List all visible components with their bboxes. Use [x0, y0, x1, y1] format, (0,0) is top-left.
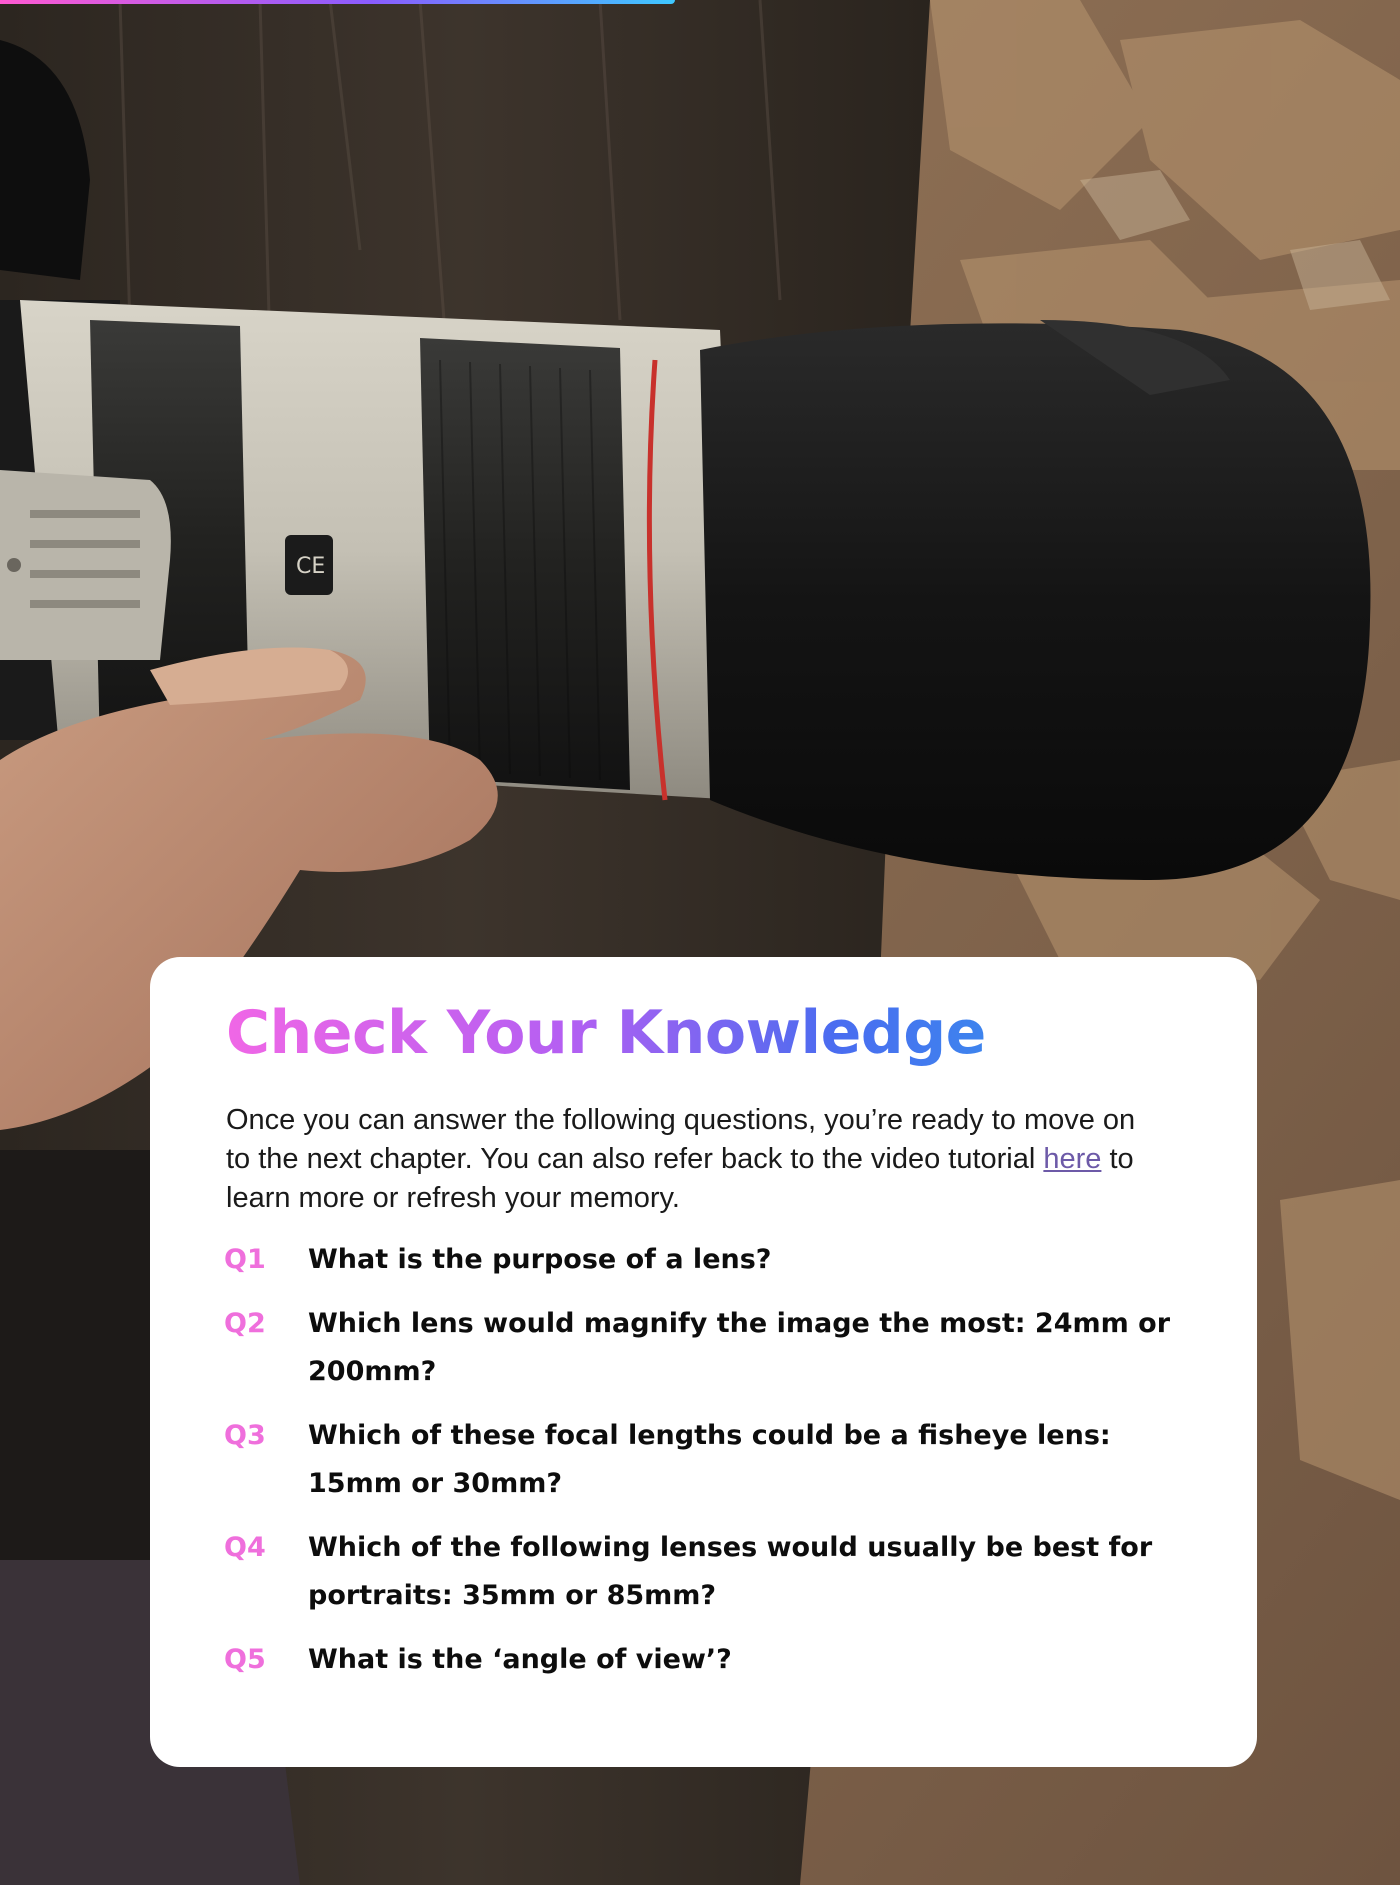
- question-item: Q3 Which of these focal lengths could be…: [224, 1412, 1201, 1508]
- question-list: Q1 What is the purpose of a lens? Q2 Whi…: [224, 1236, 1201, 1684]
- question-number: Q2: [224, 1308, 266, 1339]
- intro-text: Once you can answer the following questi…: [226, 1104, 1136, 1175]
- question-number: Q3: [224, 1420, 266, 1451]
- question-item: Q5 What is the ‘angle of view’?: [224, 1636, 1201, 1684]
- question-item: Q2 Which lens would magnify the image th…: [224, 1300, 1201, 1396]
- question-item: Q4 Which of the following lenses would u…: [224, 1524, 1201, 1620]
- question-text: Which of these focal lengths could be a …: [308, 1420, 1111, 1499]
- top-accent-bar: [0, 0, 675, 4]
- here-link[interactable]: here: [1043, 1143, 1101, 1175]
- question-number: Q5: [224, 1644, 266, 1675]
- question-text: Which lens would magnify the image the m…: [308, 1308, 1171, 1387]
- knowledge-card: Check Your Knowledge Once you can answer…: [150, 957, 1257, 1767]
- question-number: Q4: [224, 1532, 266, 1563]
- svg-text:CE: CE: [296, 554, 325, 579]
- question-text: What is the purpose of a lens?: [308, 1244, 772, 1275]
- question-number: Q1: [224, 1244, 266, 1275]
- intro-paragraph: Once you can answer the following questi…: [226, 1101, 1156, 1218]
- card-title: Check Your Knowledge: [226, 995, 986, 1071]
- question-text: Which of the following lenses would usua…: [308, 1532, 1153, 1611]
- question-item: Q1 What is the purpose of a lens?: [224, 1236, 1201, 1284]
- question-text: What is the ‘angle of view’?: [308, 1644, 732, 1675]
